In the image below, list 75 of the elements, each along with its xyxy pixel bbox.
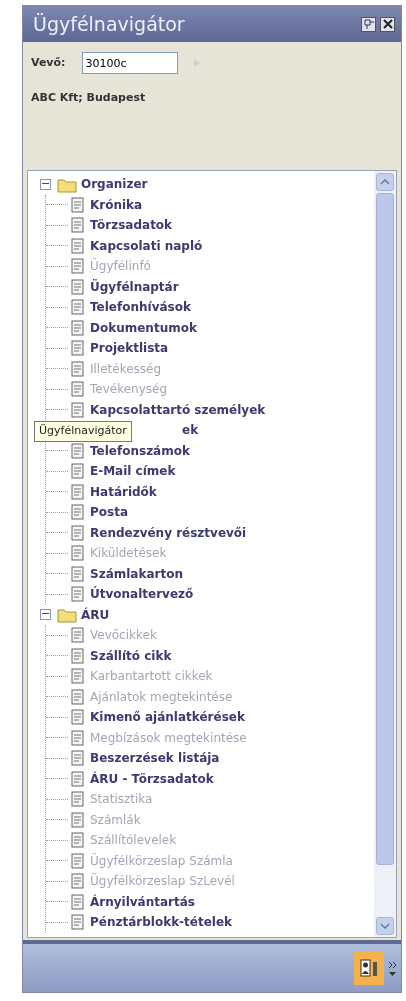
tree-item[interactable]: Krónika <box>90 195 143 214</box>
document-icon <box>70 483 86 500</box>
tree-item[interactable]: Posta <box>90 503 128 522</box>
document-icon <box>70 504 86 521</box>
document-icon <box>70 770 86 787</box>
caret-up-icon <box>380 179 390 185</box>
tree-item[interactable]: Projektlista <box>90 339 169 358</box>
folder-icon <box>57 606 77 624</box>
document-icon <box>70 791 86 808</box>
tree-item[interactable]: Kapcsolattartó személyek <box>90 400 266 419</box>
tree-item[interactable]: Számlakarton <box>90 564 183 583</box>
tree-item[interactable]: E-Mail címek <box>90 462 176 481</box>
document-icon <box>70 750 86 767</box>
contact-card-icon <box>359 958 379 978</box>
document-icon <box>70 832 86 849</box>
document-icon <box>70 668 86 685</box>
document-icon <box>70 914 86 931</box>
tree-folder[interactable]: Organizer <box>81 175 148 194</box>
document-icon <box>70 381 86 398</box>
tree-item[interactable]: Árnyilvántartás <box>90 892 195 911</box>
document-icon <box>70 524 86 541</box>
navigator-button[interactable] <box>354 951 384 985</box>
tree-folder[interactable]: ÁRU <box>81 605 110 624</box>
document-icon <box>70 852 86 869</box>
document-icon <box>70 360 86 377</box>
document-icon <box>70 729 86 746</box>
window-title: Ügyfélnavigátor <box>33 11 185 37</box>
document-icon <box>70 873 86 890</box>
collapse-icon[interactable] <box>40 178 51 190</box>
document-icon <box>70 586 86 603</box>
scrollbar-thumb[interactable] <box>376 193 394 865</box>
document-icon <box>70 258 86 275</box>
tree-item[interactable]: Pénztárblokk-tételek <box>90 913 233 932</box>
document-icon <box>70 893 86 910</box>
caret-down-icon <box>380 923 390 929</box>
document-icon <box>70 217 86 234</box>
tree-item[interactable]: Kapcsolati napló <box>90 236 203 255</box>
tree-item[interactable]: Útvonaltervező <box>90 585 194 604</box>
document-icon <box>70 545 86 562</box>
document-icon <box>70 463 86 480</box>
tree-item[interactable]: ÁRU - Törzsadatok <box>90 769 214 788</box>
document-icon <box>70 565 86 582</box>
tree-item[interactable]: Telefonszámok <box>90 441 190 460</box>
collapse-icon[interactable] <box>40 609 51 621</box>
tree-item[interactable]: Határidők <box>90 482 157 501</box>
scroll-down-button[interactable] <box>376 917 394 935</box>
tree-item[interactable]: Kimenő ajánlatkérések <box>90 708 245 727</box>
document-icon <box>70 401 86 418</box>
tree-item[interactable]: Dokumentumok <box>90 318 197 337</box>
document-icon <box>70 340 86 357</box>
document-icon <box>70 278 86 295</box>
tree-item[interactable]: Ügyfélnaptár <box>90 277 179 296</box>
customer-field[interactable]: 30100c <box>81 52 178 74</box>
tooltip: Ügyfélnavigátor <box>34 421 132 442</box>
customer-summary: ABC Kft; Budapest <box>31 90 147 106</box>
tree-item[interactable]: Rendezvény résztvevői <box>90 523 247 542</box>
document-icon <box>70 319 86 336</box>
document-icon <box>70 237 86 254</box>
document-icon <box>70 709 86 726</box>
pin-icon[interactable] <box>361 16 376 32</box>
tree-item[interactable]: Beszerzések listája <box>90 749 220 768</box>
document-icon <box>70 442 86 459</box>
document-icon <box>70 299 86 316</box>
chevron-menu-icon[interactable] <box>388 959 397 977</box>
document-icon <box>70 688 86 705</box>
close-icon[interactable] <box>380 16 395 32</box>
document-icon <box>70 627 86 644</box>
scroll-up-button[interactable] <box>376 173 394 191</box>
document-icon <box>70 647 86 664</box>
document-icon <box>70 196 86 213</box>
tree-item[interactable]: Szállító cikk <box>90 646 172 665</box>
document-icon <box>70 811 86 828</box>
field-label: Vevő: <box>31 54 66 71</box>
tree-item[interactable]: Telefonhívások <box>90 298 191 317</box>
tree-item[interactable]: Törzsadatok <box>90 216 173 235</box>
